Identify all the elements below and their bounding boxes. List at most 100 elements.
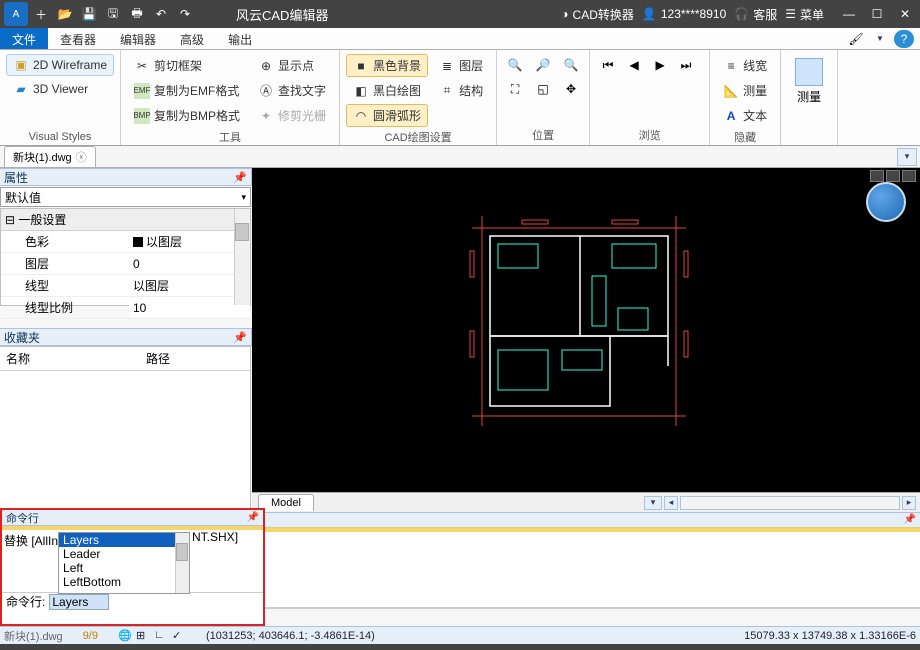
save-pdf-icon[interactable]: 🖫 [102, 3, 124, 25]
canvas-max-icon[interactable] [886, 170, 900, 182]
layout-tabs: Model ▾ ◂ ▸ [252, 492, 920, 512]
undo-icon[interactable]: ↶ [150, 3, 172, 25]
properties-scroll-thumb[interactable] [235, 223, 249, 241]
autocomplete-list[interactable]: Layers Leader Left LeftBottom [58, 532, 190, 594]
autocomplete-option[interactable]: Leader [59, 547, 189, 561]
structure-icon: ⌗ [439, 83, 455, 99]
hscroll-track[interactable] [680, 496, 900, 510]
drawing-canvas[interactable] [252, 168, 920, 492]
pin-icon[interactable]: 📌 [904, 514, 916, 525]
pin-icon[interactable]: 📌 [247, 512, 259, 523]
tab-advanced[interactable]: 高级 [168, 28, 216, 49]
side-panels: 属性 📌 默认值 ▾ ⊟ 一般设置 色彩以图层 图层0 线型以图层 线型比例10… [0, 168, 252, 512]
model-tab[interactable]: Model [258, 494, 314, 511]
prop-row-layer[interactable]: 图层0 [1, 253, 250, 275]
hscroll-left[interactable]: ◂ [664, 496, 678, 510]
trim-light-button[interactable]: ✦修剪光栅 [251, 104, 333, 127]
app-logo[interactable]: A [4, 2, 28, 26]
prop-row-color[interactable]: 色彩以图层 [1, 231, 250, 253]
doc-tab-close-icon[interactable]: ⓧ [76, 149, 87, 165]
arc-icon: ◠ [353, 108, 369, 124]
nav-next-icon[interactable]: ▶ [648, 54, 672, 76]
status-grid-icon[interactable]: ⊞ [136, 629, 150, 643]
ribbon-group-visual-styles: ▣2D Wireframe ▰3D Viewer Visual Styles [0, 50, 121, 145]
view-cube[interactable] [866, 182, 906, 222]
copy-emf-button[interactable]: EMF复制为EMF格式 [127, 79, 247, 102]
zoom-extent-icon[interactable]: ◱ [531, 78, 555, 100]
canvas-close-icon[interactable] [902, 170, 916, 182]
tab-output[interactable]: 输出 [216, 28, 264, 49]
measure-big-icon [795, 58, 823, 86]
viewer3d-button[interactable]: ▰3D Viewer [6, 78, 114, 100]
prop-row-linescale[interactable]: 线型比例10 [1, 297, 250, 319]
dropdown-icon[interactable]: ▼ [870, 30, 890, 48]
clip-frame-button[interactable]: ✂剪切框架 [127, 54, 247, 77]
cube-solid-icon: ▰ [13, 81, 29, 97]
nav-prev-icon[interactable]: ◀ [622, 54, 646, 76]
commandline-input[interactable]: Layers [49, 594, 109, 610]
copy-bmp-button[interactable]: BMP复制为BMP格式 [127, 104, 247, 127]
clip-icon: ✂ [134, 58, 150, 74]
autocomplete-option[interactable]: Left [59, 561, 189, 575]
zoom-fit-icon[interactable]: ⛶ [503, 78, 527, 100]
pin-icon[interactable]: 📌 [233, 331, 247, 344]
autocomplete-option[interactable]: Layers [59, 533, 189, 547]
close-button[interactable]: ✕ [896, 5, 914, 23]
document-tab[interactable]: 新块(1).dwg ⓧ [4, 146, 96, 167]
maximize-button[interactable]: ☐ [868, 5, 886, 23]
cad-converter-button[interactable]: ◑ CAD转换器 [561, 6, 634, 23]
nav-first-icon[interactable]: ⏮ [596, 54, 620, 76]
help-icon[interactable]: ? [894, 30, 914, 48]
zoom-out-icon[interactable]: 🔍 [559, 54, 583, 76]
favorites-col-path[interactable]: 路径 [146, 350, 170, 367]
ribbon-group-measure: 测量 [781, 50, 838, 145]
save-icon[interactable]: 💾 [78, 3, 100, 25]
layer-button[interactable]: ≣图层 [432, 54, 490, 77]
tab-editor[interactable]: 编辑器 [108, 28, 168, 49]
print-icon[interactable]: 🖶 [126, 3, 148, 25]
bw-icon: ◧ [353, 83, 369, 99]
prop-row-linetype[interactable]: 线型以图层 [1, 275, 250, 297]
nav-last-icon[interactable]: ⏭ [674, 54, 698, 76]
hscroll-right[interactable]: ▸ [902, 496, 916, 510]
black-bg-button[interactable]: ■黑色背景 [346, 54, 428, 77]
user-account[interactable]: 👤 123****8910 [642, 7, 726, 21]
status-snap-icon[interactable]: ✓ [172, 629, 186, 643]
measure-big-button[interactable]: 测量 [787, 54, 831, 109]
doctab-dropdown[interactable]: ▾ [897, 148, 917, 166]
zoom-in-icon[interactable]: 🔎 [531, 54, 555, 76]
minimize-button[interactable]: — [840, 5, 858, 23]
bw-draw-button[interactable]: ◧黑白绘图 [346, 79, 428, 102]
status-ortho-icon[interactable]: ∟ [154, 629, 168, 643]
app-title: 风云CAD编辑器 [236, 5, 328, 24]
zoom-window-icon[interactable]: 🔍 [503, 54, 527, 76]
new-icon[interactable]: ＋ [30, 3, 52, 25]
show-point-button[interactable]: ⊕显示点 [251, 54, 333, 77]
measure-button[interactable]: 📐测量 [716, 79, 774, 102]
commandline-header: 命令行 📌 [2, 510, 263, 526]
structure-button[interactable]: ⌗结构 [432, 79, 490, 102]
support-button[interactable]: 🎧 客服 [734, 6, 777, 23]
tab-viewer[interactable]: 查看器 [48, 28, 108, 49]
text-button[interactable]: A文本 [716, 104, 774, 127]
properties-default-combo[interactable]: 默认值 ▾ [0, 187, 251, 207]
pan-icon[interactable]: ✥ [559, 78, 583, 100]
prop-section-general[interactable]: ⊟ 一般设置 [1, 209, 250, 231]
status-globe-icon[interactable]: 🌐 [118, 629, 132, 643]
redo-icon[interactable]: ↷ [174, 3, 196, 25]
tab-file[interactable]: 文件 [0, 28, 48, 49]
smooth-arc-button[interactable]: ◠圆滑弧形 [346, 104, 428, 127]
linewidth-button[interactable]: ≡线宽 [716, 54, 774, 77]
autocomplete-scrollbar[interactable] [175, 533, 189, 593]
autocomplete-option[interactable]: LeftBottom [59, 575, 189, 589]
command-highlight-box: 命令行 📌 替换 [AllIn Layers Leader Left LeftB… [0, 508, 265, 626]
canvas-min-icon[interactable] [870, 170, 884, 182]
style-icon[interactable]: 🖌 [846, 30, 866, 48]
favorites-col-name[interactable]: 名称 [6, 350, 146, 367]
menu-button[interactable]: ☰ 菜单 [785, 6, 824, 23]
layout-dropdown[interactable]: ▾ [644, 496, 662, 510]
find-text-button[interactable]: Ⓐ查找文字 [251, 79, 333, 102]
open-icon[interactable]: 📂 [54, 3, 76, 25]
pin-icon[interactable]: 📌 [233, 171, 247, 184]
wireframe-button[interactable]: ▣2D Wireframe [6, 54, 114, 76]
